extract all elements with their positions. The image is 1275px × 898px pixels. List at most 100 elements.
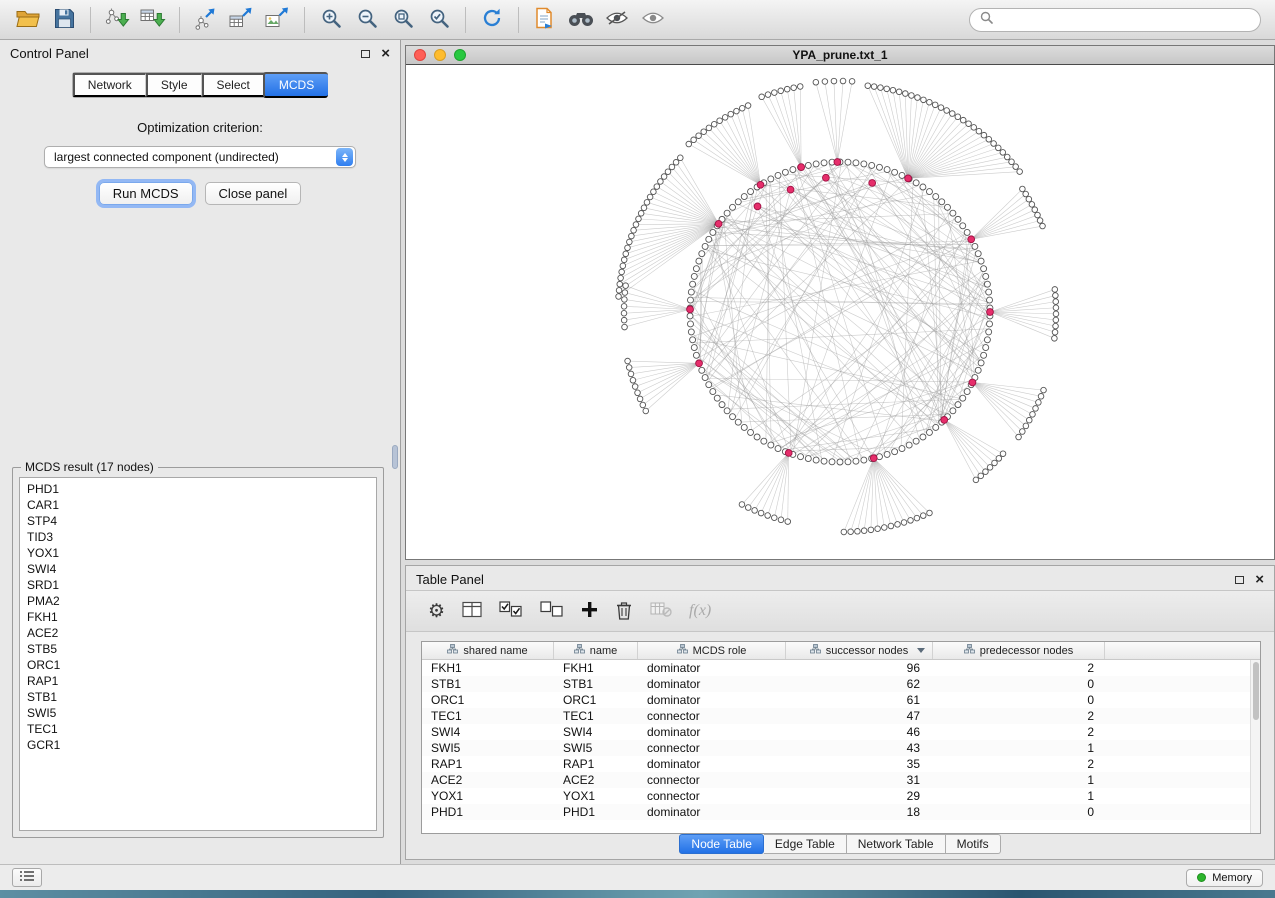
mcds-result-item[interactable]: STP4 <box>20 513 376 529</box>
zoom-out-button[interactable] <box>349 4 385 36</box>
search-field[interactable] <box>969 8 1261 32</box>
optimization-select[interactable]: largest connected component (undirected) <box>44 146 356 168</box>
save-session-button[interactable] <box>46 4 82 36</box>
table-row[interactable]: STB1STB1dominator620 <box>422 676 1260 692</box>
hide-graphics-button[interactable] <box>599 4 635 36</box>
tab-style[interactable]: Style <box>146 73 202 97</box>
table-row[interactable]: TEC1TEC1connector472 <box>422 708 1260 724</box>
tab-network[interactable]: Network <box>73 73 146 97</box>
table-cell: connector <box>638 789 786 803</box>
sort-icon <box>447 644 458 657</box>
mcds-result-item[interactable]: TID3 <box>20 529 376 545</box>
run-mcds-button[interactable]: Run MCDS <box>99 182 193 205</box>
table-scrollbar[interactable] <box>1250 660 1260 833</box>
status-bar: Memory <box>0 864 1275 890</box>
column-header-mcds-role[interactable]: MCDS role <box>638 642 786 659</box>
table-cell: 43 <box>786 741 933 755</box>
refresh-button[interactable] <box>474 4 510 36</box>
mcds-result-item[interactable]: SRD1 <box>20 577 376 593</box>
column-header-name[interactable]: name <box>554 642 638 659</box>
deselect-all-button[interactable] <box>540 601 564 621</box>
tab-mcds[interactable]: MCDS <box>263 72 328 98</box>
show-graphics-button[interactable] <box>635 4 671 36</box>
mcds-result-item[interactable]: YOX1 <box>20 545 376 561</box>
mcds-result-item[interactable]: GCR1 <box>20 737 376 753</box>
tab-edge-table[interactable]: Edge Table <box>764 834 847 854</box>
tab-network-table[interactable]: Network Table <box>847 834 946 854</box>
tab-select[interactable]: Select <box>202 73 264 97</box>
search-input[interactable] <box>999 12 1250 28</box>
network-window-title: YPA_prune.txt_1 <box>406 48 1274 62</box>
table-cell: TEC1 <box>422 709 554 723</box>
table-cell: dominator <box>638 677 786 691</box>
export-image-button[interactable] <box>260 4 296 36</box>
tab-motifs[interactable]: Motifs <box>946 834 1001 854</box>
minimize-window-button[interactable] <box>434 49 446 61</box>
table-cell: dominator <box>638 757 786 771</box>
mcds-result-item[interactable]: CAR1 <box>20 497 376 513</box>
network-workspace: YPA_prune.txt_1 Table Panel × ⚙ <box>401 40 1275 864</box>
search-network-button[interactable] <box>563 4 599 36</box>
combo-stepper-icon[interactable] <box>336 148 353 166</box>
zoom-in-button[interactable] <box>313 4 349 36</box>
import-network-button[interactable] <box>99 4 135 36</box>
table-row[interactable]: ACE2ACE2connector311 <box>422 772 1260 788</box>
close-window-button[interactable] <box>414 49 426 61</box>
open-file-button[interactable] <box>10 4 46 36</box>
column-header-shared-name[interactable]: shared name <box>422 642 554 659</box>
zoom-fit-button[interactable] <box>385 4 421 36</box>
close-panel-button[interactable]: Close panel <box>205 182 302 205</box>
toolbar-separator <box>90 7 91 33</box>
mcds-result-item[interactable]: PHD1 <box>20 481 376 497</box>
mcds-result-item[interactable]: RAP1 <box>20 673 376 689</box>
table-row[interactable]: RAP1RAP1dominator352 <box>422 756 1260 772</box>
table-cell: dominator <box>638 693 786 707</box>
table-row[interactable]: SWI5SWI5connector431 <box>422 740 1260 756</box>
close-panel-icon[interactable]: × <box>1255 572 1264 587</box>
mcds-result-item[interactable]: SWI5 <box>20 705 376 721</box>
mcds-result-item[interactable]: ACE2 <box>20 625 376 641</box>
select-all-button[interactable] <box>499 601 523 621</box>
zoom-window-button[interactable] <box>454 49 466 61</box>
column-header-successor-nodes[interactable]: successor nodes <box>786 642 933 659</box>
network-canvas[interactable] <box>406 65 1274 559</box>
tab-node-table[interactable]: Node Table <box>679 834 764 854</box>
control-panel-scrollbar[interactable] <box>392 445 398 469</box>
table-row[interactable]: PHD1PHD1dominator180 <box>422 804 1260 820</box>
memory-button[interactable]: Memory <box>1186 869 1263 887</box>
mcds-result-list[interactable]: PHD1CAR1STP4TID3YOX1SWI4SRD1PMA2FKH1ACE2… <box>19 477 377 831</box>
chevron-down-icon[interactable] <box>917 648 925 653</box>
mcds-result-item[interactable]: FKH1 <box>20 609 376 625</box>
mcds-result-item[interactable]: STB1 <box>20 689 376 705</box>
table-scrollbar-thumb[interactable] <box>1253 662 1259 720</box>
column-header-predecessor-nodes[interactable]: predecessor nodes <box>933 642 1105 659</box>
network-graph-svg[interactable] <box>406 65 1274 559</box>
export-network-button[interactable] <box>188 4 224 36</box>
mcds-result-item[interactable]: STB5 <box>20 641 376 657</box>
add-column-button[interactable] <box>581 601 598 621</box>
table-cell: dominator <box>638 805 786 819</box>
mcds-result-item[interactable]: PMA2 <box>20 593 376 609</box>
delete-column-button[interactable] <box>615 600 633 623</box>
control-panel-header: Control Panel × <box>0 40 400 64</box>
float-panel-icon[interactable] <box>1235 576 1244 584</box>
panel-menu-button[interactable] <box>12 868 42 887</box>
table-row[interactable]: FKH1FKH1dominator962 <box>422 660 1260 676</box>
table-row[interactable]: YOX1YOX1connector291 <box>422 788 1260 804</box>
mcds-result-item[interactable]: ORC1 <box>20 657 376 673</box>
table-settings-button[interactable]: ⚙ <box>428 602 445 621</box>
zoom-selected-button[interactable] <box>421 4 457 36</box>
show-columns-button[interactable] <box>462 601 482 621</box>
share-document-button[interactable] <box>527 4 563 36</box>
network-window-titlebar[interactable]: YPA_prune.txt_1 <box>406 46 1274 65</box>
import-table-button[interactable] <box>135 4 171 36</box>
mcds-result-item[interactable]: TEC1 <box>20 721 376 737</box>
table-row[interactable]: SWI4SWI4dominator462 <box>422 724 1260 740</box>
export-table-button[interactable] <box>224 4 260 36</box>
close-panel-icon[interactable]: × <box>381 46 390 61</box>
node-table: shared name name MCDS role successo <box>421 641 1261 834</box>
table-row[interactable]: ORC1ORC1dominator610 <box>422 692 1260 708</box>
table-cell: 0 <box>933 693 1105 707</box>
float-panel-icon[interactable] <box>361 50 370 58</box>
mcds-result-item[interactable]: SWI4 <box>20 561 376 577</box>
